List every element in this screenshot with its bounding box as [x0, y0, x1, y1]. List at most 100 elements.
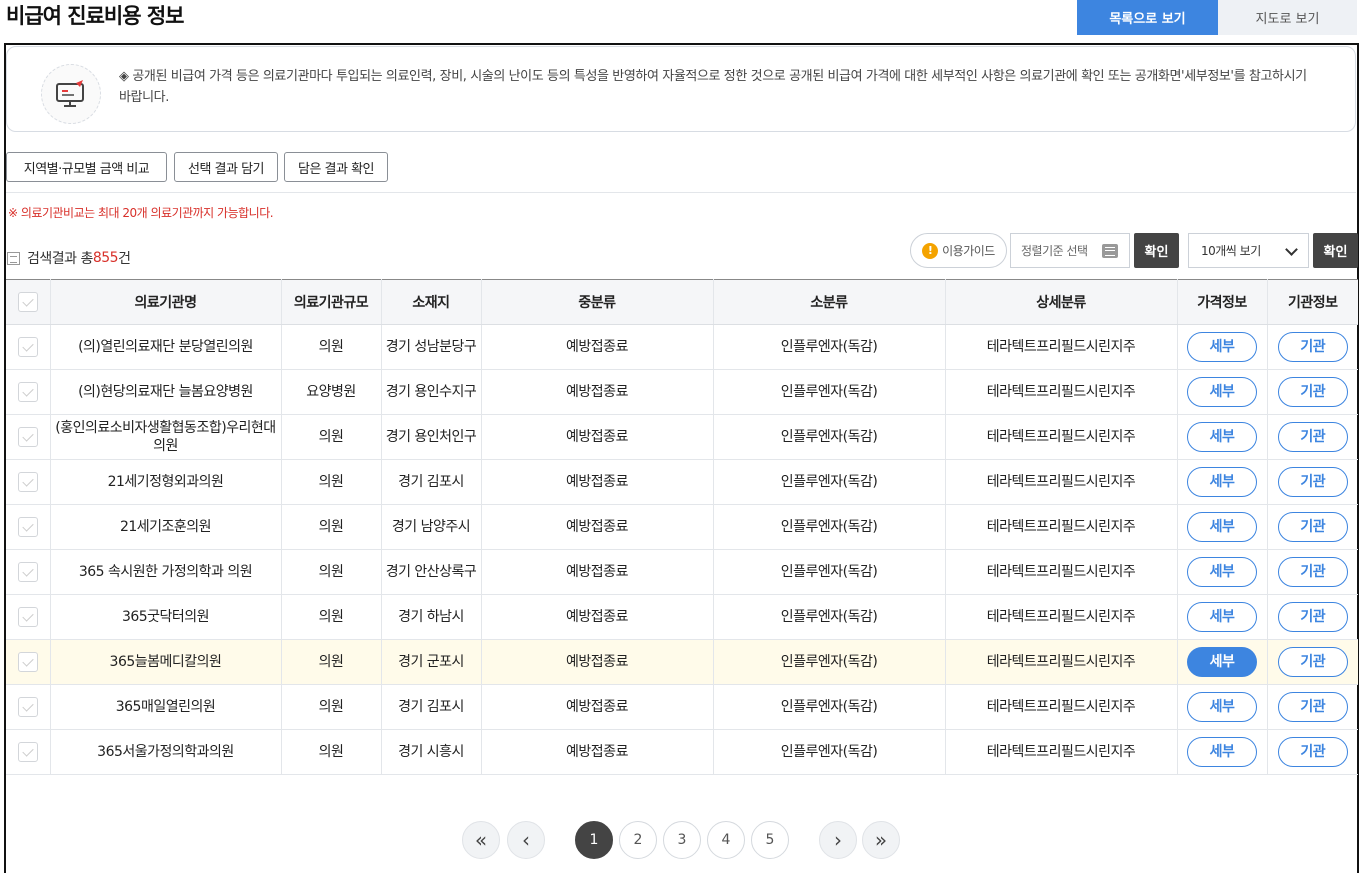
- institution-info-button[interactable]: 기관: [1277, 422, 1348, 452]
- institution-info-button[interactable]: 기관: [1277, 467, 1348, 497]
- institution-info-cell: 기관: [1267, 324, 1358, 370]
- price-detail-button[interactable]: 세부: [1187, 467, 1257, 497]
- row-select-cell: [6, 729, 51, 775]
- result-prefix: 검색결과 총: [27, 251, 93, 267]
- row-checkbox[interactable]: [17, 382, 38, 402]
- institution-info-button[interactable]: 기관: [1277, 647, 1348, 677]
- detail-category: 테라텍트프리필드시린지주: [945, 549, 1178, 595]
- per-page-select[interactable]: 10개씩 보기: [1188, 233, 1309, 268]
- institution-name: 21세기정형외과의원: [50, 459, 282, 505]
- row-checkbox[interactable]: [17, 697, 38, 717]
- mid-category: 예방접종료: [481, 729, 714, 775]
- check-saved-button[interactable]: 담은 결과 확인: [284, 152, 388, 182]
- mid-category: 예방접종료: [481, 684, 714, 730]
- table-row: 365매일열린의원 의원 경기 김포시 예방접종료 인플루엔자(독감) 테라텍트프리필드시…: [6, 684, 1358, 730]
- table-row: 365 속시원한 가정의학과 의원 의원 경기 안산상록구 예방접종료 인플루엔자(독감…: [6, 549, 1358, 595]
- page-2-button[interactable]: 2: [619, 821, 657, 859]
- prev-page-button[interactable]: ‹: [507, 821, 545, 859]
- institution-info-button[interactable]: 기관: [1277, 332, 1348, 362]
- institution-info-button[interactable]: 기관: [1277, 377, 1348, 407]
- page-3-button[interactable]: 3: [663, 821, 701, 859]
- mid-category: 예방접종료: [481, 504, 714, 550]
- sub-category: 인플루엔자(독감): [713, 729, 946, 775]
- institution-info-button[interactable]: 기관: [1277, 512, 1348, 542]
- notice-text: ◈ 공개된 비급여 가격 등은 의료기관마다 투입되는 의료인력, 장비, 시술…: [119, 69, 1307, 105]
- table-row: 365굿닥터의원 의원 경기 하남시 예방접종료 인플루엔자(독감) 테라텍트프리필드시린…: [6, 594, 1358, 640]
- row-checkbox[interactable]: [17, 472, 38, 492]
- select-all-checkbox[interactable]: [17, 292, 38, 312]
- price-detail-button[interactable]: 세부: [1187, 692, 1257, 722]
- detail-category: 테라텍트프리필드시린지주: [945, 324, 1178, 370]
- mid-category: 예방접종료: [481, 639, 714, 685]
- guide-button[interactable]: ! 이용가이드: [910, 233, 1007, 268]
- detail-category: 테라텍트프리필드시린지주: [945, 684, 1178, 730]
- header-mid-category: 중분류: [481, 279, 714, 325]
- institution-size: 의원: [281, 729, 382, 775]
- mid-category: 예방접종료: [481, 594, 714, 640]
- save-selection-button[interactable]: 선택 결과 담기: [174, 152, 278, 182]
- sub-category: 인플루엔자(독감): [713, 639, 946, 685]
- sort-placeholder: 정렬기준 선택: [1021, 244, 1088, 258]
- per-page-value: 10개씩 보기: [1201, 244, 1261, 258]
- page-1-button[interactable]: 1: [575, 821, 613, 859]
- price-detail-button[interactable]: 세부: [1187, 332, 1257, 362]
- institution-size: 의원: [281, 324, 382, 370]
- header-name: 의료기관명: [50, 279, 282, 325]
- detail-category: 테라텍트프리필드시린지주: [945, 504, 1178, 550]
- institution-name: 365서울가정의학과의원: [50, 729, 282, 775]
- row-checkbox[interactable]: [17, 742, 38, 762]
- price-detail-button[interactable]: 세부: [1187, 647, 1257, 677]
- page-4-button[interactable]: 4: [707, 821, 745, 859]
- view-tabs: 목록으로 보기 지도로 보기: [1077, 0, 1357, 35]
- price-detail-button[interactable]: 세부: [1187, 602, 1257, 632]
- institution-size: 의원: [281, 504, 382, 550]
- price-detail-button[interactable]: 세부: [1187, 377, 1257, 407]
- price-detail-button[interactable]: 세부: [1187, 422, 1257, 452]
- price-info-cell: 세부: [1177, 369, 1268, 415]
- row-checkbox[interactable]: [17, 562, 38, 582]
- row-select-cell: [6, 414, 51, 460]
- first-page-button[interactable]: «: [462, 821, 500, 859]
- result-count: 검색결과 총 855 건: [7, 248, 131, 268]
- institution-info-button[interactable]: 기관: [1277, 602, 1348, 632]
- next-page-button[interactable]: ›: [819, 821, 857, 859]
- row-checkbox[interactable]: [17, 652, 38, 672]
- institution-info-button[interactable]: 기관: [1277, 557, 1348, 587]
- header-detail-category: 상세분류: [945, 279, 1178, 325]
- price-detail-button[interactable]: 세부: [1187, 737, 1257, 767]
- tab-list-view[interactable]: 목록으로 보기: [1077, 0, 1218, 35]
- row-checkbox[interactable]: [17, 337, 38, 357]
- page-5-button[interactable]: 5: [751, 821, 789, 859]
- tab-map-view[interactable]: 지도로 보기: [1218, 0, 1357, 35]
- row-checkbox[interactable]: [17, 427, 38, 447]
- sub-category: 인플루엔자(독감): [713, 504, 946, 550]
- institution-name: 365 속시원한 가정의학과 의원: [50, 549, 282, 595]
- institution-info-button[interactable]: 기관: [1277, 737, 1348, 767]
- price-detail-button[interactable]: 세부: [1187, 557, 1257, 587]
- sub-category: 인플루엔자(독감): [713, 684, 946, 730]
- page-title: 비급여 진료비용 정보: [6, 4, 185, 28]
- compare-button[interactable]: 지역별·규모별 금액 비교: [6, 152, 167, 182]
- institution-info-cell: 기관: [1267, 594, 1358, 640]
- last-page-button[interactable]: »: [862, 821, 900, 859]
- sort-confirm-button[interactable]: 확인: [1134, 233, 1179, 268]
- row-checkbox[interactable]: [17, 607, 38, 627]
- price-info-cell: 세부: [1177, 504, 1268, 550]
- location: 경기 용인처인구: [381, 414, 482, 460]
- institution-info-button[interactable]: 기관: [1277, 692, 1348, 722]
- price-detail-button[interactable]: 세부: [1187, 512, 1257, 542]
- location: 경기 성남분당구: [381, 324, 482, 370]
- per-page-confirm-button[interactable]: 확인: [1313, 233, 1358, 268]
- location: 경기 안산상록구: [381, 549, 482, 595]
- institution-name: 365굿닥터의원: [50, 594, 282, 640]
- row-select-cell: [6, 684, 51, 730]
- row-select-cell: [6, 504, 51, 550]
- header-select-all[interactable]: [6, 279, 51, 325]
- detail-category: 테라텍트프리필드시린지주: [945, 594, 1178, 640]
- row-select-cell: [6, 369, 51, 415]
- sort-select[interactable]: 정렬기준 선택: [1010, 233, 1130, 268]
- result-number: 855: [92, 250, 119, 266]
- institution-info-cell: 기관: [1267, 369, 1358, 415]
- header-size: 의료기관규모: [281, 279, 382, 325]
- row-checkbox[interactable]: [17, 517, 38, 537]
